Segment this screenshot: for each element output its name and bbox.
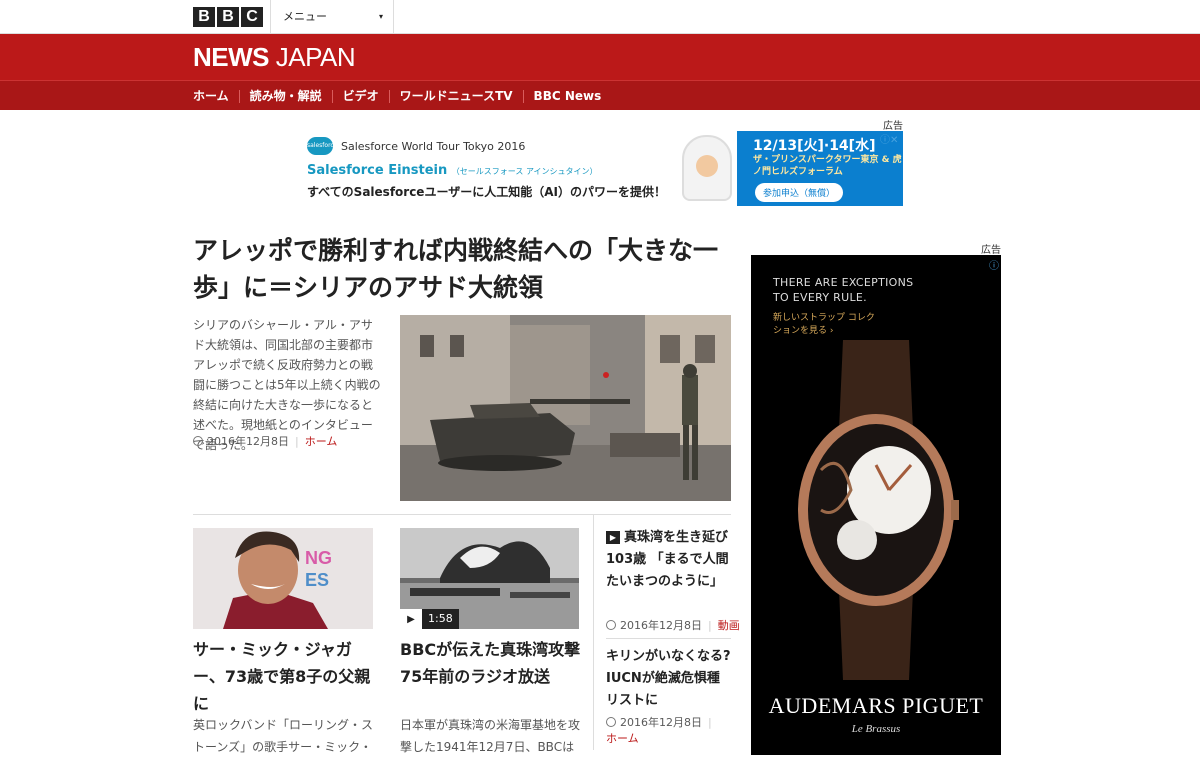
meta-divider: | [708,618,712,632]
story-card-summary: 日本軍が真珠湾の米海軍基地を攻撃した1941年12月7日、BBCは [400,718,581,754]
side-story-date: 2016年12月8日 [620,716,702,729]
bbc-logo-letter: C [241,7,263,27]
clock-icon [193,436,203,446]
ad-venue: ザ・プリンスパークタワー東京 & 虎ノ門ヒルズフォーラム [753,155,902,177]
ad-product-title: Salesforce Einstein [307,163,448,178]
menu-label: メニュー [283,10,327,23]
bbc-logo[interactable]: B B C [193,7,263,27]
news-japan-logo[interactable]: NEWS JAPAN [193,42,356,73]
news-japan-header: NEWS JAPAN [0,34,1200,80]
audemars-piguet-ad[interactable]: THERE ARE EXCEPTIONS TO EVERY RULE. 新しいス… [751,255,1001,755]
video-duration: 1:58 [422,609,459,629]
meta-divider: | [708,715,712,729]
nav-item-world-news-tv[interactable]: ワールドニュースTV [388,89,523,103]
ad-label: 広告 [883,121,903,132]
side-story-section-link[interactable]: ホーム [606,730,639,746]
aleppo-tank-photo[interactable] [400,315,731,501]
story-card-headline[interactable]: BBCが伝えた真珠湾攻撃 75年前のラジオ放送 [400,636,582,690]
ad-product-reading: （セールスフォース アインシュタイン） [451,167,598,176]
ad-strap-link[interactable]: 新しいストラップ コレクションを見る › [773,312,883,338]
nav-item-features[interactable]: 読み物・解説 [238,89,332,103]
bbc-logo-letter: B [193,7,215,27]
nav-item-bbc-news[interactable]: BBC News [522,89,612,103]
ad-headline: THERE ARE EXCEPTIONS TO EVERY RULE. [773,276,914,304]
brand-japan: JAPAN [269,42,356,72]
bbc-top-bar: B B C メニュー ▾ [0,0,1200,34]
chevron-down-icon: ▾ [378,12,383,21]
svg-text:NG: NG [305,548,332,568]
ad-product-name: Salesforce Einstein （セールスフォース アインシュタイン） [307,163,598,178]
bbc-logo-letter: B [217,7,239,27]
lead-story-section-link[interactable]: ホーム [305,433,338,449]
ad-left-panel: salesforce Salesforce World Tour Tokyo 2… [297,131,737,206]
svg-text:ES: ES [305,570,329,590]
watch-image [798,340,959,680]
play-icon: ▶ [400,609,422,629]
side-story-section: ホーム [606,730,639,746]
side-story-headline[interactable]: ▶ 真珠湾を生き延び103歳 「まるで人間たいまつのように」 [606,527,732,593]
section-nav: ホーム 読み物・解説 ビデオ ワールドニュースTV BBC News [0,80,1200,110]
side-story-meta: 2016年12月8日 | 動画 [606,617,740,633]
clock-icon [606,717,616,727]
lead-story-headline[interactable]: アレッポで勝利すれば内戦終結への「大きな一歩」に＝シリアのアサド大統領 [193,232,733,306]
ad-label: 広告 [981,245,1001,256]
ad-tagline: すべてのSalesforceユーザーに人工知能（AI）のパワーを提供！ [307,185,666,199]
einstein-mascot-image [682,135,732,201]
nav-item-video[interactable]: ビデオ [331,89,389,103]
salesforce-logo: salesforce [307,137,337,155]
story-card-summary: 英ロックバンド「ローリング・ストーンズ」の歌手サー・ミック・ [193,718,374,754]
nav-item-home[interactable]: ホーム [193,89,239,103]
audemars-piguet-logo: AUDEMARS PIGUET [768,693,984,718]
side-story-meta: 2016年12月8日 | [606,714,714,730]
meta-divider: | [295,434,299,448]
mick-jagger-photo[interactable]: NG ES [193,528,373,629]
play-icon: ▶ [606,531,620,544]
ad-register-button[interactable]: 参加申込（無償） [755,183,844,202]
brand-location: Le Brassus [851,723,901,735]
brand-news: NEWS [193,42,270,72]
lead-story-date: 2016年12月8日 [207,435,289,448]
clock-icon [606,620,616,630]
ad-info-icon[interactable]: ⓘ [989,257,999,272]
lead-story-meta: 2016年12月8日 | ホーム [193,433,337,449]
menu-dropdown[interactable]: メニュー ▾ [270,0,394,34]
salesforce-banner-ad[interactable]: salesforce Salesforce World Tour Tokyo 2… [297,131,903,206]
side-story-title: 真珠湾を生き延び103歳 「まるで人間たいまつのように」 [606,530,729,589]
pearl-harbor-video-thumbnail[interactable]: ▶ 1:58 [400,528,579,629]
side-story-divider [606,638,731,639]
side-story-date: 2016年12月8日 [620,619,702,632]
side-story-section-link[interactable]: 動画 [718,617,740,633]
story-card-headline[interactable]: サー・ミック・ジャガー、73歳で第8子の父親に [193,636,373,717]
side-story-headline[interactable]: キリンがいなくなる? IUCNが絶滅危惧種リストに [606,646,732,712]
ad-event-name: Salesforce World Tour Tokyo 2016 [341,140,526,153]
ad-event-date: 12/13[火]·14[水] [753,138,876,154]
ad-close-icon[interactable]: ⓘ✕ [880,131,898,146]
video-duration-badge: ▶ 1:58 [400,609,459,629]
